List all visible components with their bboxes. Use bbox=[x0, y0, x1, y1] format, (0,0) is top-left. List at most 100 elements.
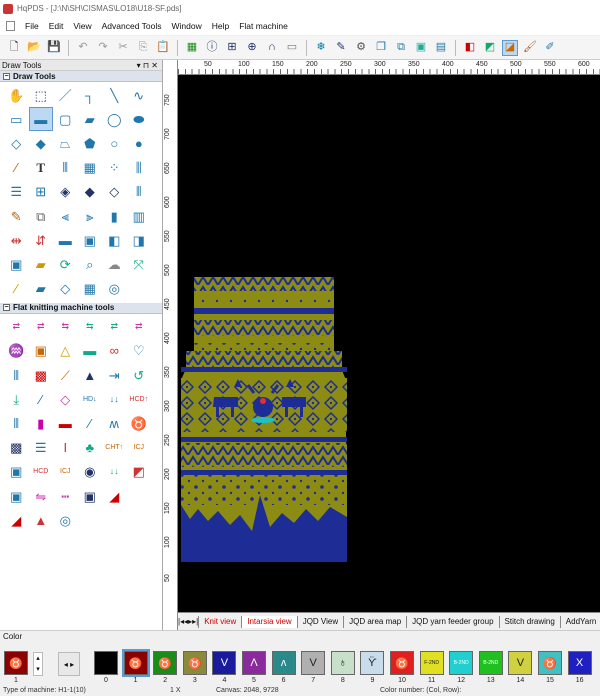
filled-diamond-icon[interactable]: ◆ bbox=[29, 131, 54, 155]
triangle-tool-icon[interactable]: ◢ bbox=[4, 508, 29, 532]
color-swatch-6[interactable]: ʌ bbox=[271, 651, 296, 675]
eraser-icon[interactable]: ▰ bbox=[29, 252, 54, 276]
color-bar-icon[interactable]: ▮ bbox=[29, 411, 54, 435]
curve-tool-icon[interactable]: ∿ bbox=[127, 83, 152, 107]
color-swatch-9[interactable]: ϔ bbox=[360, 651, 385, 675]
image-frame-icon[interactable]: ▣ bbox=[4, 252, 29, 276]
tree-icon[interactable]: ♣ bbox=[78, 436, 103, 460]
color-swatch-4[interactable]: V bbox=[212, 651, 237, 675]
color-swatch-15[interactable]: ♉ bbox=[538, 651, 562, 675]
gear-icon[interactable]: ⚙ bbox=[353, 40, 369, 56]
brush-tool-icon[interactable]: ✎ bbox=[4, 204, 29, 228]
arch-icon[interactable]: ∩ bbox=[264, 40, 280, 56]
polygon-tool-icon[interactable]: ⏢ bbox=[53, 131, 78, 155]
m-shape-icon[interactable]: ʍ bbox=[102, 411, 127, 435]
tab-knit-view[interactable]: Knit view bbox=[198, 615, 241, 628]
columns-tool-icon[interactable]: ⫼ bbox=[127, 156, 152, 180]
save-icon[interactable]: 💾 bbox=[46, 40, 62, 56]
loop-icon[interactable]: ∞ bbox=[102, 339, 127, 363]
bars-icon[interactable]: ▥ bbox=[127, 204, 152, 228]
layers-color-icon[interactable]: ◩ bbox=[127, 460, 152, 484]
export-icon[interactable]: ⇥ bbox=[102, 363, 127, 387]
color-swatch-12[interactable]: B-2ND bbox=[449, 651, 474, 675]
collapse-icon[interactable]: − bbox=[3, 304, 10, 312]
filled-polygon-icon[interactable]: ⬟ bbox=[78, 131, 103, 155]
circle-target-icon[interactable]: ◎ bbox=[53, 508, 78, 532]
line-tool-icon[interactable]: ╲ bbox=[102, 83, 127, 107]
current-color-swatch[interactable]: ♉ bbox=[4, 651, 28, 675]
bars-tool-icon[interactable]: ⦀ bbox=[4, 363, 29, 387]
collapse-icon[interactable]: − bbox=[3, 72, 10, 80]
menu-edit[interactable]: Edit bbox=[49, 21, 64, 31]
tab-addyarn[interactable]: AddYarn bbox=[559, 615, 600, 628]
color-swatch-5[interactable]: Λ bbox=[242, 651, 266, 675]
syringe-icon[interactable]: ⁄ bbox=[29, 387, 54, 411]
menu-view[interactable]: View bbox=[73, 21, 91, 31]
window-tool-icon[interactable]: ▣ bbox=[78, 228, 103, 252]
filled-rectangle-tool-icon[interactable]: ▬ bbox=[28, 107, 53, 132]
knit-swap-6-icon[interactable]: ⇄ bbox=[127, 315, 152, 339]
filled-rounded-rect-icon[interactable]: ▰ bbox=[78, 107, 103, 131]
stripes-color-icon[interactable]: ⦀ bbox=[4, 411, 29, 435]
magic-wand-icon[interactable]: ⁄ bbox=[4, 277, 29, 301]
rounded-rect-tool-icon[interactable]: ▢ bbox=[53, 107, 78, 131]
filled-circle-icon[interactable]: ● bbox=[127, 131, 152, 155]
resize-icon[interactable]: ⤧ bbox=[127, 252, 152, 276]
cht-up-icon[interactable]: CHT↑ bbox=[102, 436, 127, 460]
fill-gradient-icon[interactable]: ◇ bbox=[102, 180, 127, 204]
dashed-line-icon[interactable]: ┅ bbox=[53, 484, 78, 508]
garment-icon[interactable]: ♡ bbox=[127, 339, 152, 363]
yarn-icon[interactable]: ♒ bbox=[4, 339, 29, 363]
align-right-icon[interactable]: ⫸ bbox=[78, 204, 103, 228]
red-block-icon[interactable]: ▬ bbox=[53, 411, 78, 435]
tab-stitch-drawing[interactable]: Stitch drawing bbox=[498, 615, 560, 628]
align-left-icon[interactable]: ⫷ bbox=[53, 204, 78, 228]
image-icon[interactable]: ▣ bbox=[413, 40, 429, 56]
stack-icon[interactable]: ☰ bbox=[29, 436, 54, 460]
grid-select-icon[interactable]: ⊞ bbox=[224, 40, 240, 56]
panel-pin-close-icons[interactable]: ▾ ⊓ ✕ bbox=[137, 61, 158, 70]
flat-knitting-section-header[interactable]: − Flat knitting machine tools bbox=[0, 302, 162, 314]
copy-area-icon[interactable]: ⧉ bbox=[29, 204, 54, 228]
color-blocks-2-icon[interactable]: ◩ bbox=[482, 40, 498, 56]
tab-intarsia-view[interactable]: Intarsia view bbox=[241, 615, 297, 628]
mirror-horizontal-icon[interactable]: ⇹ bbox=[4, 228, 29, 252]
icj-small-icon[interactable]: ICJ bbox=[53, 460, 78, 484]
knit-swap-5-icon[interactable]: ⇄ bbox=[102, 315, 127, 339]
palette-icon[interactable]: 🖌 bbox=[522, 40, 538, 56]
icj-icon[interactable]: ICJ bbox=[127, 436, 152, 460]
color-swatch-11[interactable]: F-2ND bbox=[419, 651, 444, 675]
cloud-icon[interactable]: ☁ bbox=[102, 252, 127, 276]
step-line-icon[interactable]: ┐ bbox=[78, 83, 103, 107]
i-beam-icon[interactable]: I bbox=[53, 436, 78, 460]
cycle-icon[interactable]: ↺ bbox=[127, 363, 152, 387]
redo-icon[interactable]: ↷ bbox=[95, 40, 111, 56]
filled-ellipse-icon[interactable]: ⬬ bbox=[127, 107, 152, 131]
tab-jqd-view[interactable]: JQD View bbox=[296, 615, 343, 628]
download-icon[interactable]: ⤓ bbox=[4, 387, 29, 411]
color-swatch-14[interactable]: V bbox=[508, 651, 533, 675]
diamond-outline-icon[interactable]: ◇ bbox=[53, 387, 78, 411]
new-file-icon[interactable]: 🗋 bbox=[6, 40, 22, 56]
stitch-block-icon[interactable]: ▬ bbox=[78, 339, 103, 363]
paste-icon[interactable]: 📋 bbox=[155, 40, 171, 56]
grid-blocks-icon[interactable]: ⊞ bbox=[29, 180, 54, 204]
cross-swap-icon[interactable]: ⇋ bbox=[29, 484, 54, 508]
draw-tools-section-header[interactable]: − Draw Tools bbox=[0, 71, 162, 82]
layers-icon[interactable]: ❐ bbox=[373, 40, 389, 56]
color-blocks-3-icon[interactable]: ◪ bbox=[502, 39, 518, 56]
menu-advanced-tools[interactable]: Advanced Tools bbox=[102, 21, 162, 31]
triangle-pattern-icon[interactable]: △ bbox=[53, 339, 78, 363]
snowflake-icon[interactable]: ❄ bbox=[313, 40, 329, 56]
picture-icon[interactable]: ▤ bbox=[433, 40, 449, 56]
edit-doc-icon[interactable]: ✎ bbox=[333, 40, 349, 56]
needle-bed-icon[interactable]: ▲ bbox=[78, 363, 103, 387]
cut-icon[interactable]: ✂ bbox=[115, 40, 131, 56]
hcd-icon[interactable]: HCD bbox=[29, 460, 54, 484]
save-block-icon[interactable]: ▣ bbox=[4, 484, 29, 508]
target-icon[interactable]: ◎ bbox=[102, 277, 127, 301]
pattern-grid-icon[interactable]: ▦ bbox=[78, 156, 103, 180]
red-triangle-icon[interactable]: ◢ bbox=[102, 484, 127, 508]
copy-pages-icon[interactable]: ⧉ bbox=[393, 40, 409, 56]
eyedropper-icon[interactable]: ⁄ bbox=[4, 156, 29, 180]
